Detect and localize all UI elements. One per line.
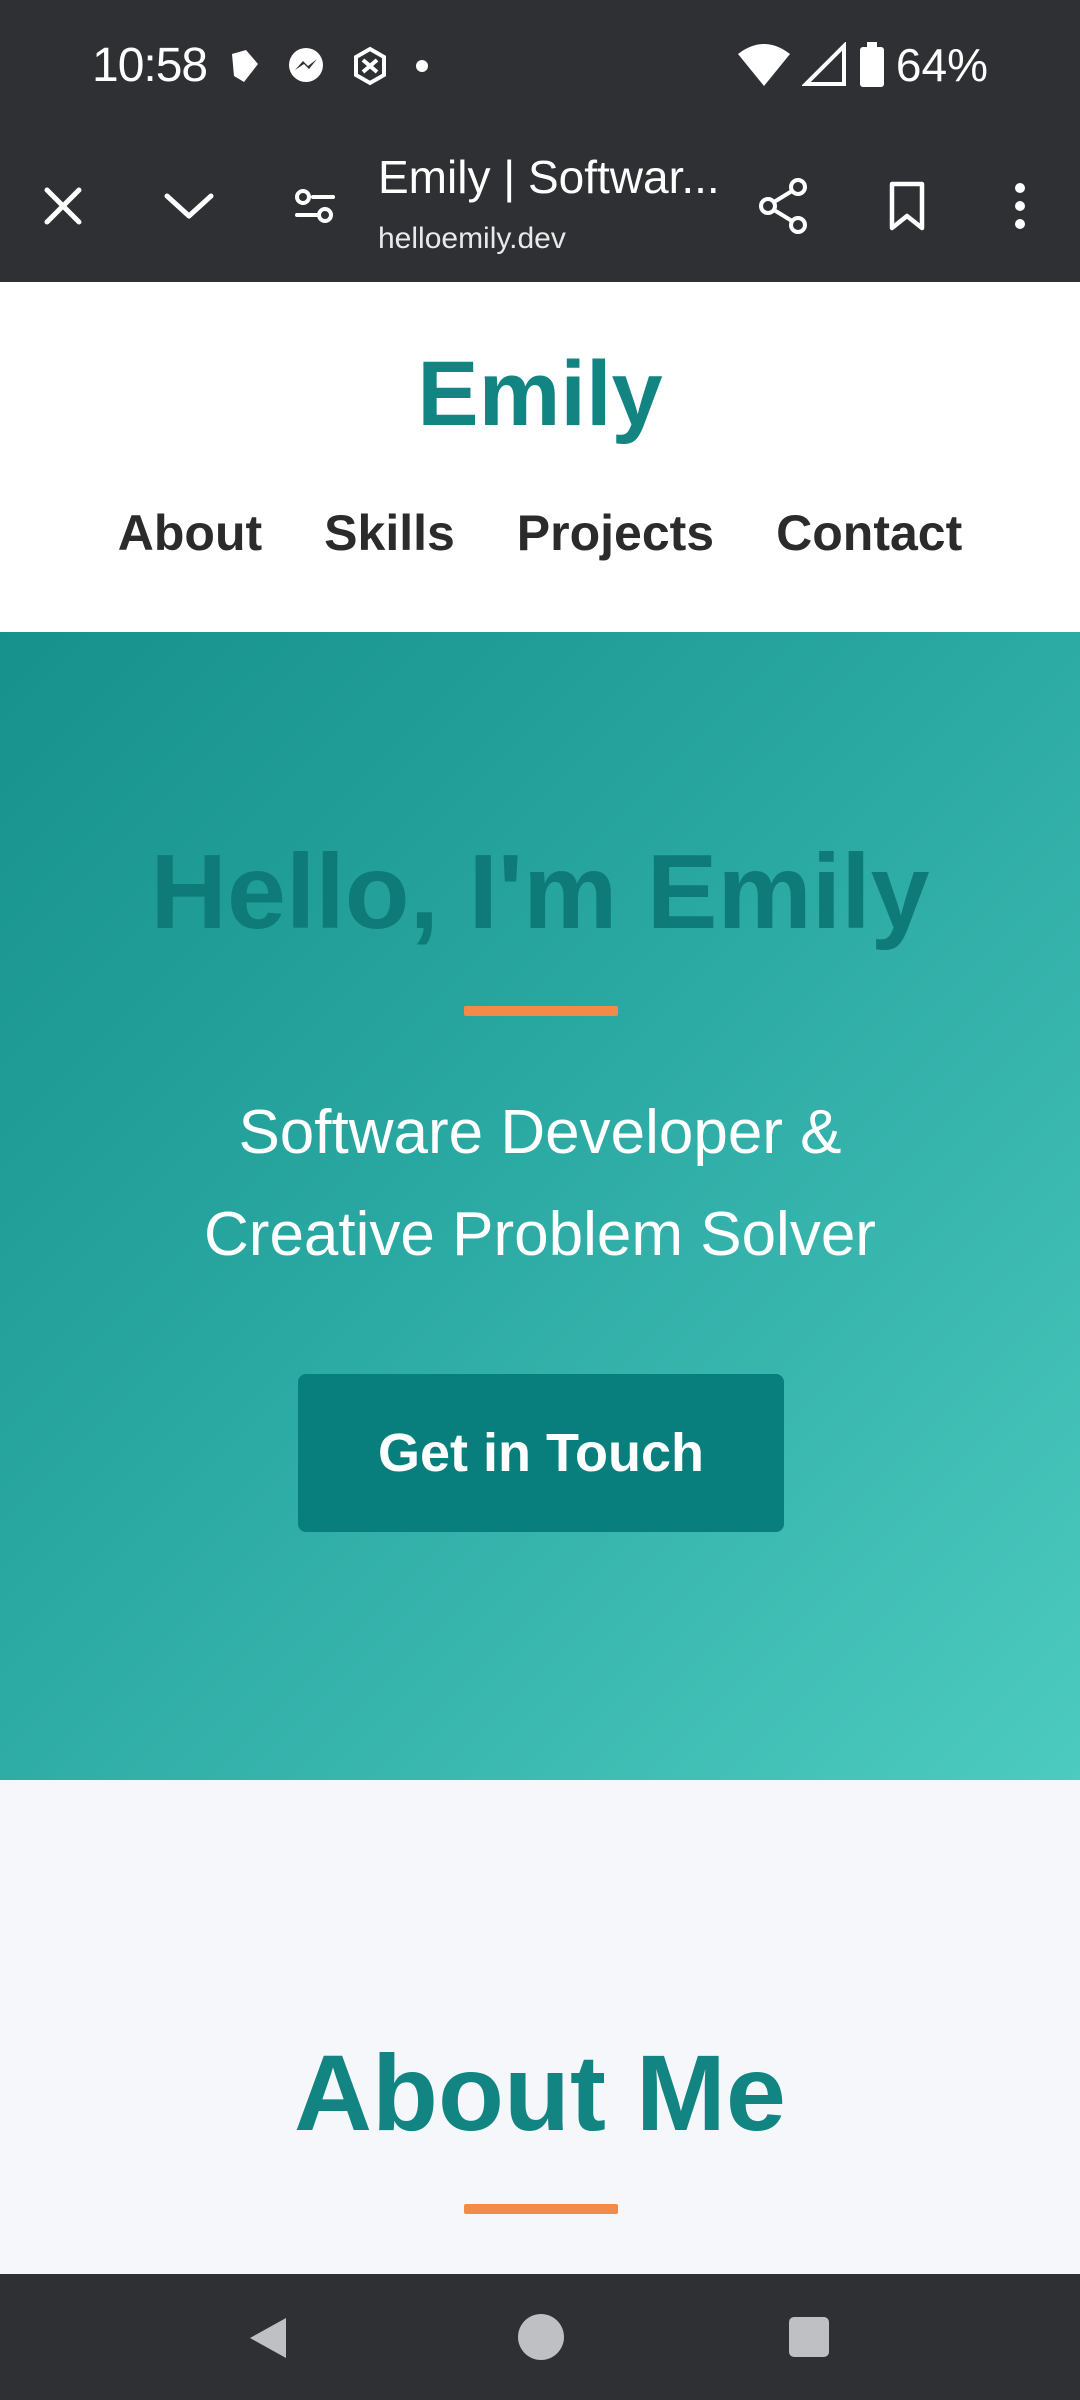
share-button[interactable]	[740, 130, 826, 282]
bookmark-button[interactable]	[864, 130, 950, 282]
app-icon	[354, 46, 386, 86]
hero-subtitle: Software Developer & Creative Problem So…	[0, 1082, 1080, 1286]
page-title[interactable]: Emily | Softwar...	[378, 150, 720, 204]
status-bar: 10:58 64%	[0, 0, 1080, 130]
more-menu-button[interactable]	[980, 130, 1060, 282]
nav-skills[interactable]: Skills	[324, 504, 455, 562]
back-icon[interactable]	[246, 2314, 290, 2362]
page-url[interactable]: helloemily.dev	[378, 222, 566, 256]
about-divider	[464, 2204, 618, 2214]
hero-subtitle-line1: Software Developer &	[238, 1098, 842, 1167]
more-icon	[1015, 183, 1025, 229]
hero-section: Hello, I'm Emily Software Developer & Cr…	[0, 632, 1080, 1780]
get-in-touch-button[interactable]: Get in Touch	[298, 1374, 784, 1532]
minimize-button[interactable]	[146, 130, 232, 282]
hero-title: Hello, I'm Emily	[150, 833, 930, 951]
nav-projects[interactable]: Projects	[517, 504, 714, 562]
bookmark-icon	[889, 181, 925, 231]
wifi-icon	[737, 44, 790, 86]
hero-divider	[464, 1006, 618, 1016]
close-icon	[44, 187, 82, 225]
messenger-icon	[289, 48, 323, 82]
hero-subtitle-line2: Creative Problem Solver	[204, 1200, 876, 1269]
system-nav-bar	[0, 2274, 1080, 2400]
close-tab-button[interactable]	[20, 130, 106, 282]
about-title: About Me	[294, 2032, 786, 2153]
site-header: Emily About Skills Projects Contact	[0, 282, 1080, 632]
status-notification-icons	[224, 44, 430, 88]
dot-icon	[416, 60, 428, 72]
status-system-icons: 64%	[736, 38, 988, 92]
battery-icon	[859, 42, 884, 87]
nav-contact[interactable]: Contact	[776, 504, 962, 562]
nav-about[interactable]: About	[118, 504, 262, 562]
share-icon	[759, 178, 807, 234]
site-logo[interactable]: Emily	[0, 342, 1080, 447]
recents-icon[interactable]	[788, 2316, 830, 2358]
site-settings-icon	[295, 189, 335, 223]
battery-percent: 64%	[895, 39, 988, 91]
site-settings-button[interactable]	[272, 130, 358, 282]
about-section: About Me	[0, 1780, 1080, 2274]
notification-app-icon	[232, 50, 258, 82]
status-time: 10:58	[92, 39, 208, 92]
home-icon[interactable]	[516, 2312, 566, 2362]
main-nav: About Skills Projects Contact	[0, 504, 1080, 562]
signal-icon	[801, 42, 846, 86]
chevron-down-icon	[164, 193, 214, 219]
browser-toolbar: Emily | Softwar... helloemily.dev	[0, 130, 1080, 282]
